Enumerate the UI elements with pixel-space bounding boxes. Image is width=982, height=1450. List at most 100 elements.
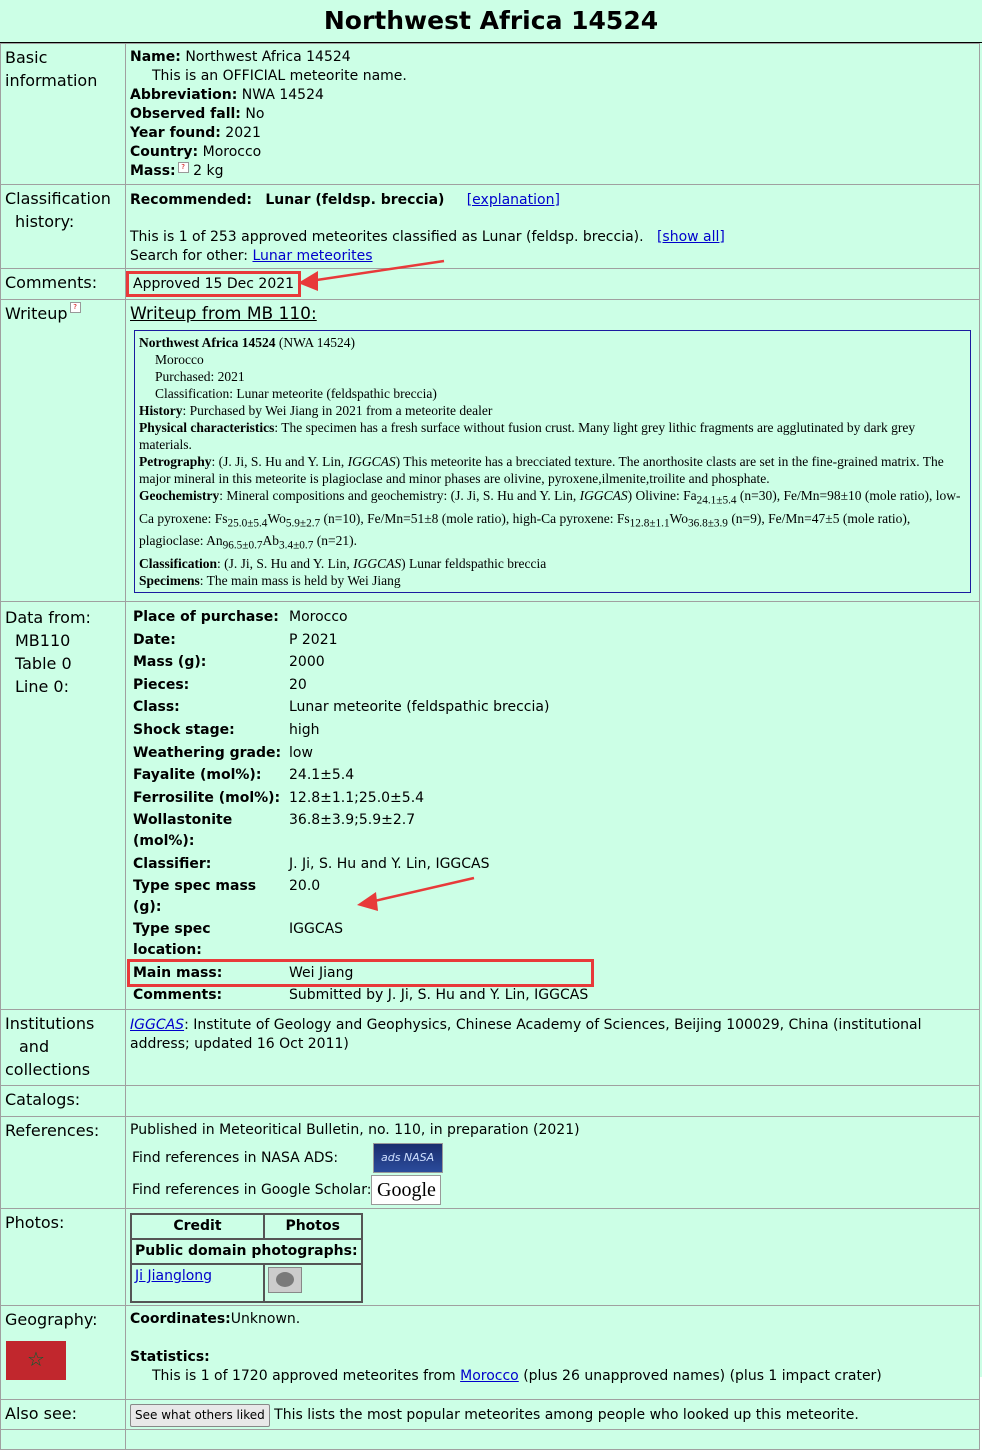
data-from-label-line2: MB110 [15, 631, 71, 651]
name-label: Name: [130, 49, 181, 65]
institutions-row: Institutions and collections IGGCAS: Ins… [0, 1008, 980, 1086]
data-row-value: Lunar meteorite (feldspathic breccia) [289, 699, 550, 716]
lunar-meteorites-link[interactable]: Lunar meteorites [252, 248, 372, 264]
writeup-spec: : The main mass is held by Wei Jiang [199, 573, 401, 589]
also-see-values: See what others liked This lists the mos… [125, 1398, 980, 1430]
name-value: Northwest Africa 14524 [185, 49, 351, 65]
geography-label: Geography: ☆ [0, 1304, 126, 1400]
data-row-key: Fayalite (mol%): [133, 767, 262, 784]
references-label: References: [0, 1115, 126, 1209]
classification-values: Recommended: Lunar (feldsp. breccia) [ex… [125, 184, 980, 269]
data-row: Classifier: J. Ji, S. Hu and Y. Lin, IGGC… [130, 853, 591, 876]
writeup-spec-label: Specimens [139, 573, 200, 589]
google-scholar-button[interactable]: Google [371, 1174, 442, 1205]
google-scholar-text: Find references in Google Scholar: [132, 1181, 372, 1198]
help-icon[interactable]: ? [69, 302, 81, 313]
writeup-history: : Purchased by Wei Jiang in 2021 from a … [182, 403, 493, 418]
data-row-value: Morocco [289, 609, 348, 626]
official-note: This is an OFFICIAL meteorite name. [152, 68, 407, 84]
writeup-label-text: Writeup [5, 304, 68, 323]
classification-row: Classification history: Recommended: Lun… [0, 184, 980, 269]
approved-date: Approved 15 Dec 2021 [125, 271, 302, 297]
writeup-geo-wo2-label: Wo [669, 510, 688, 526]
help-icon[interactable]: ? [177, 162, 189, 173]
data-row-key: Classifier: [133, 855, 212, 872]
credit-link[interactable]: Ji Jianglong [135, 1268, 212, 1284]
year-label: Year found: [130, 125, 221, 141]
data-row: Fayalite (mol%): 24.1±5.4 [130, 764, 591, 787]
data-row-key: Pieces: [133, 676, 190, 693]
data-table: Place of purchase: Morocco Date: P 2021 Mass… [126, 606, 595, 1007]
data-row-value: 20 [289, 676, 307, 693]
catalogs-label: Catalogs: [0, 1084, 126, 1117]
writeup-class-inst: IGGCAS [353, 556, 402, 572]
writeup-petro-label: Petrography [139, 454, 212, 469]
abbr-label: Abbreviation: [130, 87, 238, 103]
institutions-label-line3: collections [5, 1059, 91, 1079]
fall-value: No [245, 106, 265, 122]
writeup-name: Northwest Africa 14524 [139, 335, 276, 350]
data-row-value: Submitted by J. Ji, S. Hu and Y. Lin, IG… [289, 987, 589, 1004]
references-row: References: Published in Meteoritical Bu… [0, 1115, 980, 1209]
writeup-link[interactable]: Writeup from MB 110: [130, 304, 317, 324]
writeup-petro-a: : (J. Ji, S. Hu and Y. Lin, [211, 454, 348, 469]
basic-info-values: Name: Northwest Africa 14524 This is an … [125, 43, 980, 185]
references-values: Published in Meteoritical Bulletin, no. … [125, 1115, 980, 1209]
photos-values: Credit Photos Public domain photographs: … [125, 1207, 980, 1306]
see-what-others-liked-button[interactable]: See what others liked [130, 1403, 270, 1427]
iggcas-link[interactable]: IGGCAS [130, 1017, 184, 1033]
coordinates-value: Unknown. [230, 1310, 301, 1327]
writeup-label: Writeup? [0, 298, 126, 603]
writeup-classification: Classification: Lunar meteorite (feldspa… [155, 386, 437, 401]
data-row: Date: P 2021 [130, 629, 591, 652]
morocco-flag-icon[interactable]: ☆ [6, 1340, 66, 1380]
data-row-key: Mass (g): [133, 654, 207, 671]
basic-info-row: Basic information Name: Northwest Africa… [0, 43, 980, 185]
geography-values: Coordinates:Unknown. Statistics: This is… [125, 1304, 980, 1400]
writeup-petro-inst: IGGCAS [347, 454, 396, 469]
meteorite-table: Basic information Name: Northwest Africa… [0, 43, 980, 1450]
morocco-link[interactable]: Morocco [460, 1368, 519, 1384]
writeup-values: Writeup from MB 110: Northwest Africa 14… [125, 298, 980, 603]
writeup-geo-an: 96.5±0.7 [222, 540, 263, 553]
writeup-geo-wo1: 5.9±2.7 [285, 517, 321, 530]
data-from-label-line4: Line 0: [15, 677, 69, 697]
writeup-geo-wo2: 36.8±3.9 [688, 517, 728, 530]
comments-row: Comments: Approved 15 Dec 2021 [0, 268, 980, 300]
nasa-ads-button[interactable]: ads NASA [372, 1142, 443, 1173]
explanation-link[interactable]: [explanation] [467, 192, 560, 208]
writeup-geo-fs1: 25.0±5.4 [227, 517, 268, 530]
data-row: Weathering grade: low [130, 742, 591, 765]
data-row-key: Class: [133, 699, 180, 716]
statistics-label: Statistics: [130, 1348, 210, 1365]
data-row-key: Type spec location: [133, 921, 211, 958]
data-row-key: Weathering grade: [133, 744, 282, 761]
institutions-label-line2: and [19, 1036, 50, 1056]
institution-text: : Institute of Geology and Geophysics, C… [130, 1016, 922, 1052]
data-row: Mass (g): 2000 [130, 651, 591, 674]
fall-label: Observed fall: [130, 106, 241, 122]
writeup-geo-a: : Mineral compositions and geochemistry:… [219, 488, 580, 503]
nasa-ads-text: Find references in NASA ADS: [132, 1149, 339, 1166]
data-row-key: Comments: [133, 987, 223, 1004]
data-row-key: Shock stage: [133, 722, 235, 739]
recommended-value: Lunar (feldsp. breccia) [265, 192, 445, 208]
writeup-geo-b: ) Olivine: Fa [627, 488, 697, 503]
meteorite-photo-thumbnail[interactable] [267, 1266, 302, 1293]
classification-label-line2: history: [15, 212, 75, 231]
writeup-country: Morocco [155, 352, 204, 367]
institutions-label: Institutions and collections [0, 1008, 126, 1086]
show-all-link[interactable]: [show all] [657, 229, 725, 245]
search-other-text: Search for other: [130, 248, 249, 264]
writeup-geo-ab: 3.4±0.7 [279, 540, 314, 553]
catalogs-values [125, 1084, 980, 1117]
data-row: Type spec mass (g): 20.0 [130, 875, 591, 918]
country-value: Morocco [202, 144, 262, 160]
data-row-value: 12.8±1.1;25.0±5.4 [289, 789, 425, 806]
institutions-values: IGGCAS: Institute of Geology and Geophys… [125, 1008, 980, 1086]
page: Northwest Africa 14524 Basic information… [0, 0, 982, 1450]
institutions-label-line1: Institutions [5, 1013, 95, 1033]
country-label: Country: [130, 144, 199, 160]
data-from-row: Data from: MB110 Table 0 Line 0: Place o… [0, 601, 980, 1010]
data-row: Class: Lunar meteorite (feldspathic brecc… [130, 696, 591, 719]
